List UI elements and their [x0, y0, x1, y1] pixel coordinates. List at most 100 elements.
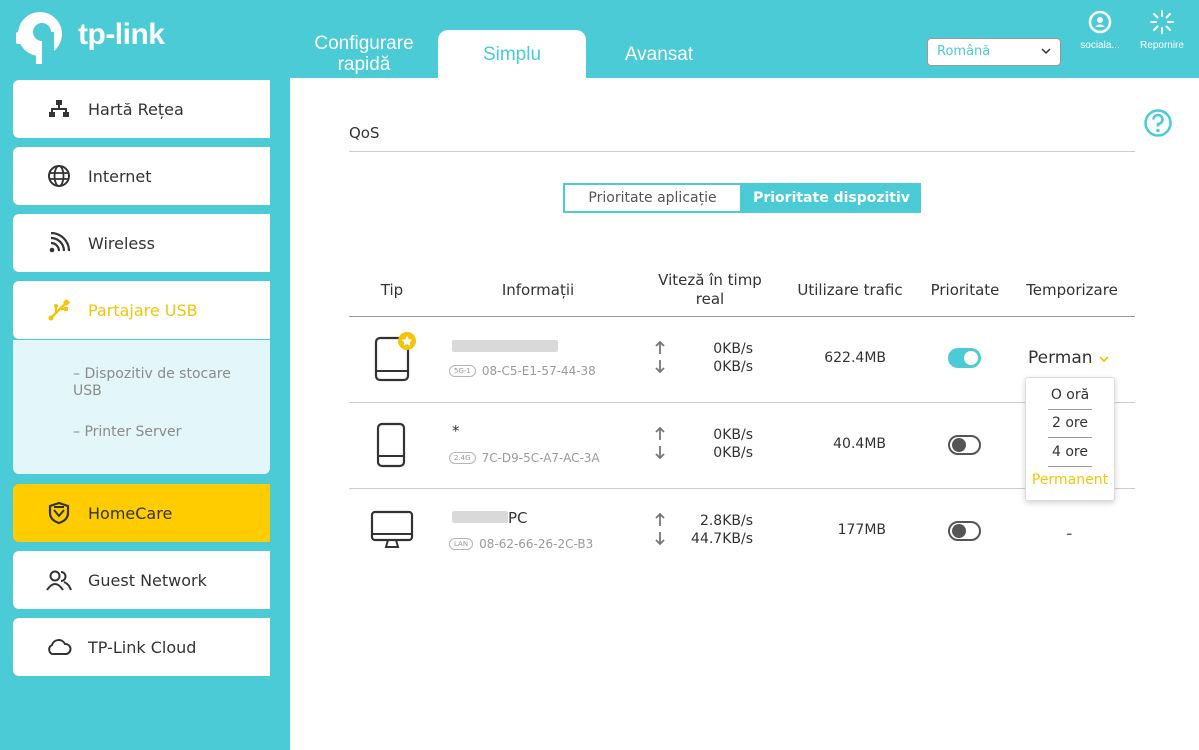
submenu-label: Printer Server — [84, 424, 182, 440]
toggle-knob — [952, 524, 966, 538]
language-select[interactable]: Română — [927, 38, 1061, 66]
device-name: * — [452, 422, 460, 440]
timing-option-selected[interactable]: Permanent — [1026, 472, 1114, 488]
toggle-knob — [964, 351, 978, 365]
usb-icon — [46, 298, 72, 322]
mac-address: 08-C5-E1-57-44-38 — [481, 364, 596, 378]
guest-icon — [46, 569, 72, 591]
timing-option[interactable]: O oră — [1026, 387, 1114, 403]
timing-dropdown: O oră 2 ore 4 ore Permanent — [1025, 377, 1115, 501]
priority-toggle[interactable] — [948, 348, 981, 368]
reboot-icon — [1150, 10, 1174, 34]
chevron-down-icon[interactable] — [1098, 354, 1110, 364]
tplink-logo: tp-link — [12, 6, 165, 64]
column-header-traffic: Utilizare trafic — [797, 281, 903, 299]
mac-address: 7C-D9-5C-A7-AC-3A — [481, 451, 600, 465]
dropdown-divider — [1048, 466, 1092, 467]
sidebar-item-label: Hartă Rețea — [88, 99, 184, 119]
sidebar-item-usb-sharing[interactable]: Partajare USB — [13, 281, 270, 339]
tab-basic[interactable]: Simplu — [438, 30, 586, 78]
usb-submenu: – Dispozitiv de stocare USB – Printer Se… — [13, 340, 270, 474]
tab-quick-setup[interactable]: Configurare rapidă — [298, 30, 430, 78]
device-name-text: PC — [508, 509, 528, 527]
tplink-logo-icon — [16, 12, 62, 64]
social-icon — [1088, 10, 1112, 34]
timing-option[interactable]: 2 ore — [1026, 415, 1114, 431]
device-name: PC — [452, 509, 528, 527]
traffic-usage: 40.4MB — [833, 436, 886, 452]
column-header-type: Tip — [380, 281, 404, 299]
mac-address: 08-62-66-26-2C-B3 — [479, 537, 594, 551]
submenu-dash: – — [73, 366, 85, 382]
network-map-icon — [46, 99, 72, 119]
speed-down: 0KB/s — [713, 445, 753, 461]
sidebar-item-tplink-cloud[interactable]: TP-Link Cloud — [13, 618, 270, 676]
priority-toggle[interactable] — [948, 435, 981, 455]
speed-up: 0KB/s — [713, 341, 753, 357]
column-header-timing: Temporizare — [1026, 281, 1118, 299]
sidebar-item-network-map[interactable]: Hartă Rețea — [13, 80, 270, 138]
desktop-icon — [370, 510, 414, 548]
row-divider — [349, 402, 1135, 403]
globe-icon — [46, 164, 72, 188]
timing-option[interactable]: 4 ore — [1026, 444, 1114, 460]
row-divider — [349, 488, 1135, 489]
tab-advanced[interactable]: Avansat — [596, 30, 722, 78]
help-button[interactable] — [1143, 108, 1173, 142]
device-mac: 2.4G 7C-D9-5C-A7-AC-3A — [449, 451, 600, 465]
submenu-printer-server[interactable]: – Printer Server — [73, 424, 181, 441]
sidebar-item-label: HomeCare — [88, 503, 173, 523]
segment-device-priority[interactable]: Prioritate dispozitiv — [742, 183, 921, 213]
sidebar-item-label: Internet — [88, 166, 152, 186]
dropdown-divider — [1048, 409, 1092, 410]
cloud-icon — [46, 638, 72, 656]
chevron-down-icon — [1041, 48, 1051, 55]
help-icon — [1144, 109, 1172, 137]
timing-empty: - — [1066, 523, 1073, 544]
title-divider — [349, 151, 1135, 152]
column-header-speed: Viteză în timp real — [658, 271, 762, 308]
sidebar-item-label: Guest Network — [88, 570, 207, 590]
device-mac: LAN 08-62-66-26-2C-B3 — [449, 537, 593, 551]
sidebar-item-guest-network[interactable]: Guest Network — [13, 551, 270, 609]
column-header-priority: Prioritate — [930, 281, 1000, 299]
submenu-dash: – — [73, 424, 85, 440]
sidebar-item-label: TP-Link Cloud — [88, 637, 197, 657]
priority-toggle[interactable] — [948, 521, 981, 541]
social-button[interactable]: sociala... — [1070, 9, 1130, 52]
dropdown-divider — [1048, 437, 1092, 438]
sidebar-item-label: Wireless — [88, 233, 155, 253]
traffic-usage: 622.4MB — [824, 350, 886, 366]
wireless-icon — [46, 232, 72, 254]
sidebar-item-internet[interactable]: Internet — [13, 147, 270, 205]
speed-down: 0KB/s — [713, 359, 753, 375]
band-badge: 5G-1 — [449, 365, 476, 377]
speed-values: 0KB/s 0KB/s — [663, 426, 753, 462]
logo-text: tp-link — [78, 18, 165, 51]
language-selected: Română — [937, 44, 991, 59]
traffic-usage: 177MB — [837, 522, 886, 538]
speed-up: 2.8KB/s — [699, 513, 753, 529]
segment-app-priority[interactable]: Prioritate aplicație — [563, 183, 742, 213]
page-title: QoS — [349, 124, 380, 142]
toggle-knob — [952, 438, 966, 452]
social-label: sociala... — [1080, 40, 1120, 51]
reboot-button[interactable]: Repornire — [1132, 9, 1192, 52]
sidebar-item-wireless[interactable]: Wireless — [13, 214, 270, 272]
speed-values: 2.8KB/s 44.7KB/s — [663, 512, 753, 548]
speed-values: 0KB/s 0KB/s — [663, 340, 753, 376]
tablet-icon — [374, 332, 416, 382]
table-header-divider — [349, 316, 1135, 317]
device-mac: 5G-1 08-C5-E1-57-44-38 — [449, 364, 596, 378]
sidebar-item-homecare[interactable]: HomeCare — [13, 484, 270, 542]
band-badge: LAN — [449, 538, 474, 550]
speed-down: 44.7KB/s — [691, 531, 753, 547]
timing-select[interactable]: Perman — [1028, 348, 1093, 368]
column-header-info: Informații — [501, 281, 575, 299]
device-name — [452, 338, 558, 356]
sidebar-item-label: Partajare USB — [88, 300, 198, 320]
reboot-label: Repornire — [1140, 40, 1184, 51]
band-badge: 2.4G — [449, 452, 476, 464]
shield-icon — [46, 501, 72, 525]
submenu-usb-storage[interactable]: – Dispozitiv de stocare USB — [73, 366, 253, 400]
